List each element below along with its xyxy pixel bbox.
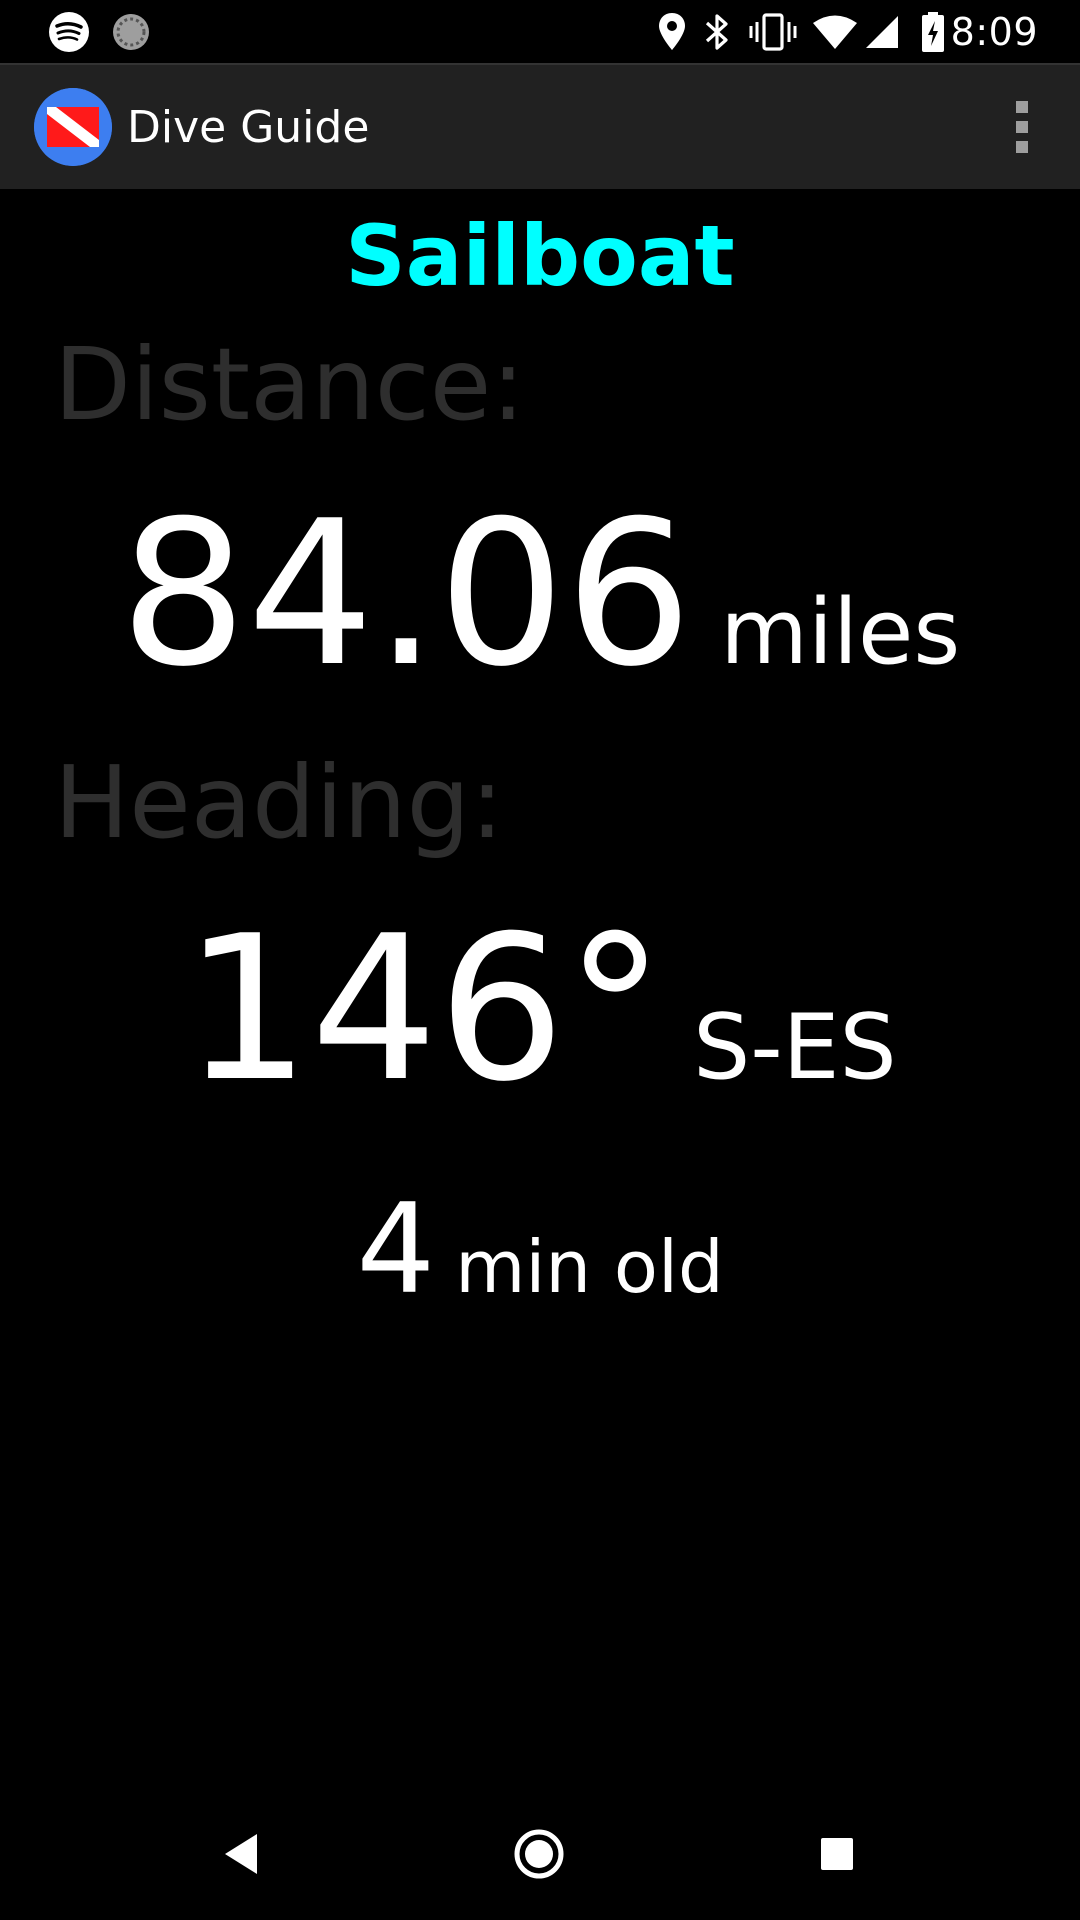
status-bar: 8:09: [0, 0, 1080, 63]
vibrate-icon: [748, 0, 798, 63]
screen: 8:09 Dive Guide Sailboat Distance: 84.06…: [0, 0, 1080, 1920]
heading-readout: 146° S-ES: [0, 900, 1080, 1120]
target-name: Sailboat: [345, 207, 735, 305]
recents-icon[interactable]: [772, 1788, 902, 1920]
age-value: 4: [356, 1178, 436, 1322]
location-icon: [654, 0, 690, 63]
wifi-icon: [810, 0, 860, 63]
home-icon[interactable]: [474, 1788, 604, 1920]
back-icon[interactable]: [176, 1788, 306, 1920]
cell-signal-icon: [862, 0, 902, 63]
app-bar: Dive Guide: [0, 63, 1080, 189]
age-unit: min old: [455, 1225, 724, 1309]
dive-flag-icon[interactable]: [34, 88, 112, 166]
distance-value: 84.06: [119, 478, 693, 711]
battery-charging-icon: [918, 0, 948, 63]
overflow-menu-icon[interactable]: [992, 87, 1052, 167]
heading-label: Heading:: [54, 744, 504, 861]
status-time: 8:09: [950, 9, 1038, 54]
distance-label: Distance:: [54, 326, 525, 443]
distance-unit: miles: [720, 580, 961, 685]
heading-value: 146°: [183, 893, 666, 1126]
spotify-icon: [44, 0, 94, 63]
bluetooth-icon: [700, 0, 734, 63]
app-title: Dive Guide: [127, 101, 370, 153]
heading-direction: S-ES: [693, 995, 897, 1100]
sync-icon: [108, 0, 154, 63]
age-readout: 4 min old: [0, 1175, 1080, 1325]
distance-readout: 84.06 miles: [0, 485, 1080, 705]
navigation-bar: [0, 1788, 1080, 1920]
